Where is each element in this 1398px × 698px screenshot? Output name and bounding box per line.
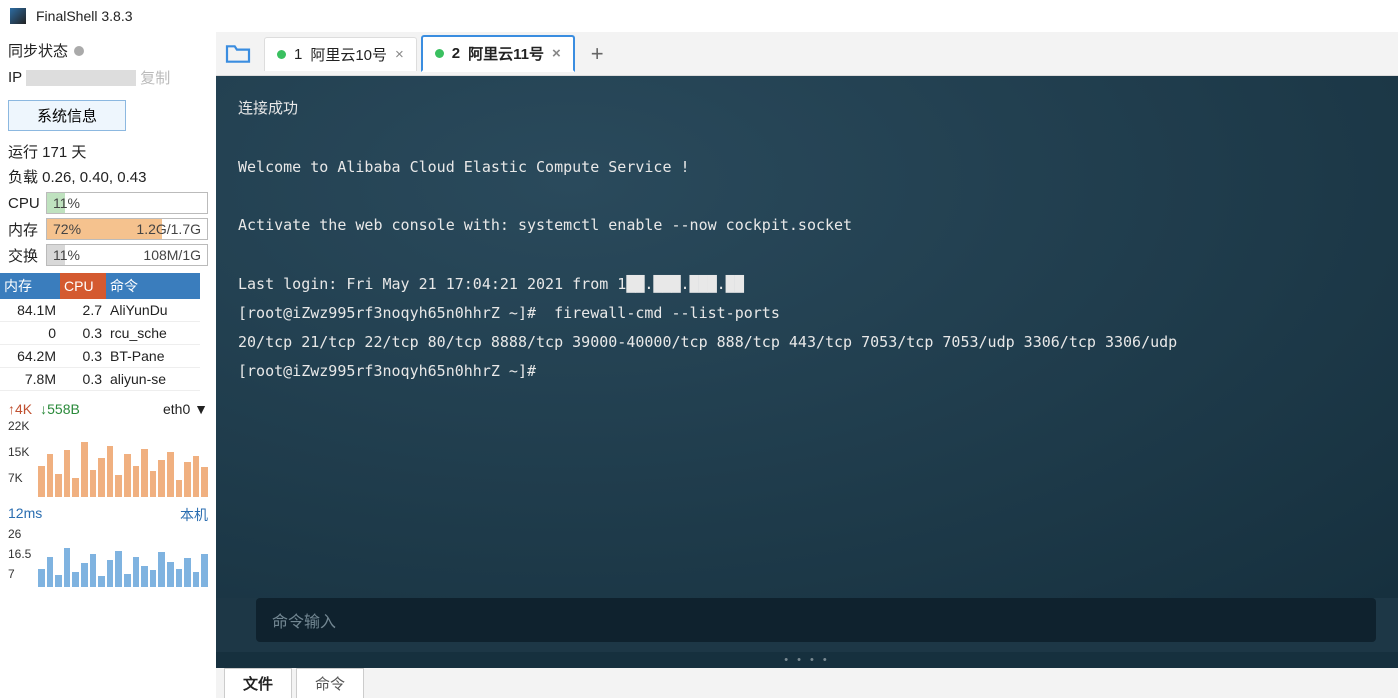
tabbar: 1 阿里云10号 × 2 阿里云11号 × + xyxy=(216,32,1398,76)
ip-prefix: IP xyxy=(8,69,22,86)
tab-label: 阿里云11号 xyxy=(468,43,544,64)
col-cpu[interactable]: CPU xyxy=(60,273,106,299)
sync-dot-icon xyxy=(74,46,84,56)
cpu-percent: 11% xyxy=(53,195,80,211)
swap-detail: 108M/1G xyxy=(143,247,201,263)
add-tab-button[interactable]: + xyxy=(579,41,616,67)
mem-label: 内存 xyxy=(8,219,46,240)
command-input[interactable]: 命令输入 xyxy=(256,598,1376,642)
close-icon[interactable]: × xyxy=(552,45,561,62)
folder-icon[interactable] xyxy=(224,43,252,65)
titlebar: FinalShell 3.8.3 xyxy=(0,0,1398,32)
table-row: 00.3rcu_sche xyxy=(0,322,200,345)
mem-detail: 1.2G/1.7G xyxy=(136,221,201,237)
sidebar: 同步状态 IP 复制 系统信息 运行 171 天 负载 0.26, 0.40, … xyxy=(0,32,216,698)
content-area: 1 阿里云10号 × 2 阿里云11号 × + 连接成功 Welcome to … xyxy=(216,32,1398,698)
cpu-meter: CPU 11% xyxy=(8,191,208,215)
table-row: 7.8M0.3aliyun-se xyxy=(0,368,200,391)
app-title: FinalShell 3.8.3 xyxy=(36,8,133,24)
copy-ip-button[interactable]: 复制 xyxy=(140,67,170,88)
sync-label: 同步状态 xyxy=(8,40,68,61)
ping-row: 12ms 本机 xyxy=(8,505,208,525)
process-table: 内存 CPU 命令 84.1M2.7AliYunDu 00.3rcu_sche … xyxy=(0,273,200,391)
tab-aliyun10[interactable]: 1 阿里云10号 × xyxy=(264,37,417,71)
col-cmd[interactable]: 命令 xyxy=(106,273,200,299)
mem-percent: 72% xyxy=(53,221,81,237)
app-icon xyxy=(10,8,26,24)
tab-num: 2 xyxy=(452,45,460,62)
bottom-tab-cmd[interactable]: 命令 xyxy=(296,668,364,698)
ping-chart: 26 16.5 7 xyxy=(8,527,208,587)
terminal-output[interactable]: 连接成功 Welcome to Alibaba Cloud Elastic Co… xyxy=(216,76,1398,598)
net-chart: 22K 15K 7K xyxy=(8,419,208,497)
bottom-tabs: 文件 命令 xyxy=(216,668,1398,698)
bottom-tab-files[interactable]: 文件 xyxy=(224,668,292,698)
status-dot-icon xyxy=(277,50,286,59)
mem-meter: 内存 72% 1.2G/1.7G xyxy=(8,217,208,241)
ping-latency: 12ms xyxy=(8,505,42,525)
table-row: 64.2M0.3BT-Pane xyxy=(0,345,200,368)
swap-percent: 11% xyxy=(53,247,80,263)
uptime-text: 运行 171 天 xyxy=(8,141,208,162)
net-up: ↑4K xyxy=(8,401,32,417)
ping-target[interactable]: 本机 xyxy=(180,505,208,525)
ip-value xyxy=(26,70,136,86)
tab-aliyun11[interactable]: 2 阿里云11号 × xyxy=(421,35,575,72)
sync-status: 同步状态 xyxy=(8,40,208,61)
tab-num: 1 xyxy=(294,46,302,63)
net-down: ↓558B xyxy=(40,401,80,417)
net-row: ↑4K ↓558B eth0 ▼ xyxy=(8,401,208,417)
col-mem[interactable]: 内存 xyxy=(0,273,60,299)
status-dot-icon xyxy=(435,49,444,58)
close-icon[interactable]: × xyxy=(395,46,404,63)
ip-row: IP 复制 xyxy=(8,67,208,88)
net-iface-select[interactable]: eth0 ▼ xyxy=(163,401,208,417)
table-row: 84.1M2.7AliYunDu xyxy=(0,299,200,322)
load-text: 负载 0.26, 0.40, 0.43 xyxy=(8,166,208,187)
swap-label: 交换 xyxy=(8,245,46,266)
resize-handle[interactable]: • • • • xyxy=(216,652,1398,668)
cpu-label: CPU xyxy=(8,195,46,212)
swap-meter: 交换 11% 108M/1G xyxy=(8,243,208,267)
tab-label: 阿里云10号 xyxy=(310,44,387,65)
system-info-button[interactable]: 系统信息 xyxy=(8,100,126,131)
